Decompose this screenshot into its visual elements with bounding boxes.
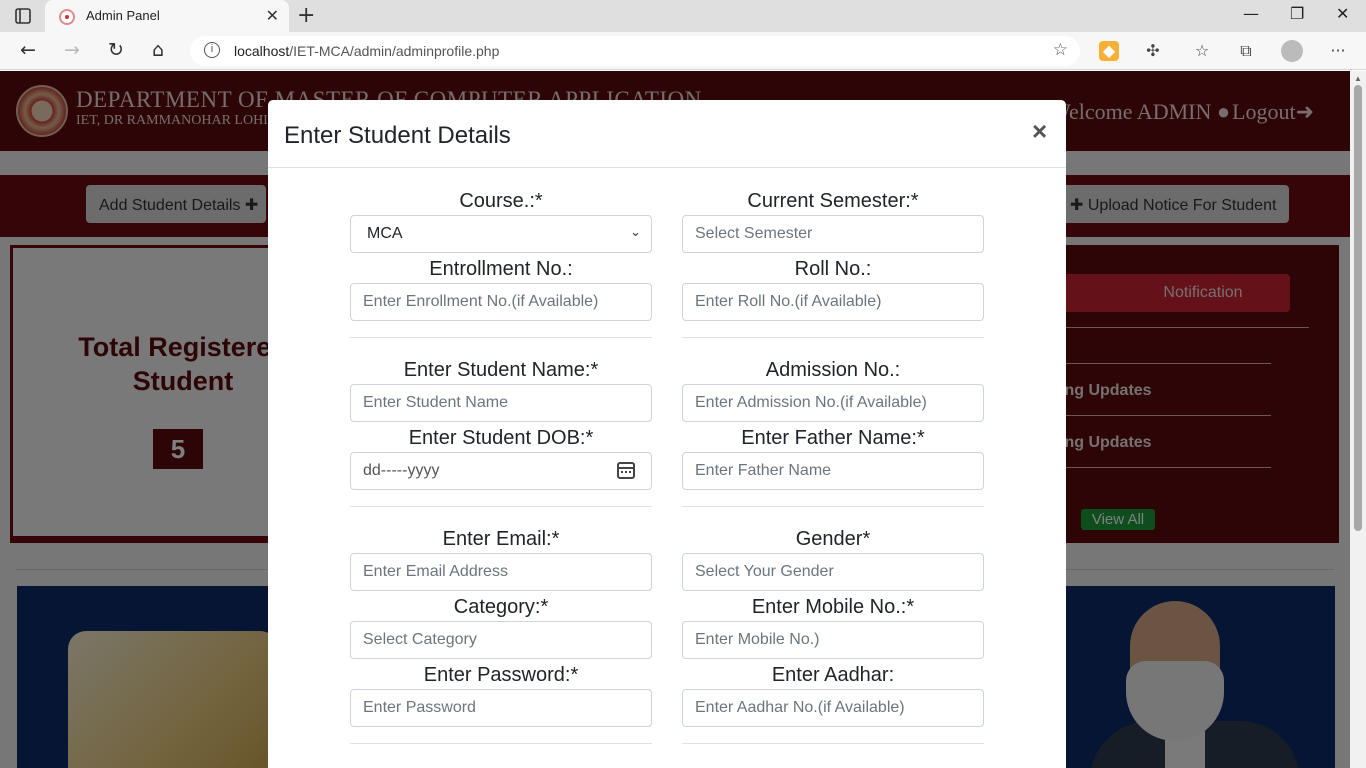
browser-tab-bar: Admin Panel ✕ + — ❐ ✕: [0, 0, 1366, 32]
extensions-puzzle-icon[interactable]: ✣: [1143, 41, 1163, 61]
scrollbar-thumb[interactable]: [1354, 85, 1362, 531]
roll-input[interactable]: Enter Roll No.(if Available): [682, 283, 984, 321]
admission-label: Admission No.:: [765, 359, 901, 381]
gender-label: Gender*: [795, 528, 871, 550]
browser-toolbar: ← → ↻ ⌂ i localhost/IET-MCA/admin/adminp…: [0, 32, 1366, 70]
student-name-label: Enter Student Name:*: [403, 359, 599, 381]
collections-icon[interactable]: ⧉: [1236, 41, 1256, 61]
mobile-input[interactable]: Enter Mobile No.): [682, 621, 984, 659]
divider: [350, 506, 652, 507]
divider: [682, 743, 984, 744]
semester-input[interactable]: Select Semester: [682, 215, 984, 253]
tab-actions-icon[interactable]: [14, 7, 32, 25]
reload-icon[interactable]: ↻: [108, 39, 124, 61]
site-info-icon[interactable]: i: [204, 42, 220, 58]
profile-avatar[interactable]: [1281, 40, 1303, 62]
scroll-up-icon[interactable]: ▲: [1354, 74, 1362, 83]
gender-input[interactable]: Select Your Gender: [682, 553, 984, 591]
modal-title: Enter Student Details: [284, 122, 511, 149]
divider: [350, 743, 652, 744]
semester-label: Current Semester:*: [747, 190, 919, 212]
browser-tab[interactable]: Admin Panel ✕: [45, 0, 289, 32]
dob-input[interactable]: dd-----yyyy: [350, 452, 652, 490]
favorites-icon[interactable]: ☆: [1192, 41, 1212, 61]
category-label: Category:*: [453, 596, 549, 618]
calendar-icon[interactable]: [617, 462, 635, 479]
enrollment-input[interactable]: Enter Enrollment No.(if Available): [350, 283, 652, 321]
page-scrollbar[interactable]: ▲: [1350, 71, 1366, 768]
window-close-icon[interactable]: ✕: [1336, 4, 1349, 23]
divider: [350, 337, 652, 338]
more-menu-icon[interactable]: ···: [1328, 41, 1348, 61]
aadhar-input[interactable]: Enter Aadhar No.(if Available): [682, 689, 984, 727]
forward-icon[interactable]: →: [64, 39, 80, 61]
divider: [682, 337, 984, 338]
student-name-input[interactable]: Enter Student Name: [350, 384, 652, 422]
email-label: Enter Email:*: [442, 528, 560, 550]
mobile-label: Enter Mobile No.:*: [751, 596, 915, 618]
extension-icon[interactable]: ◆: [1099, 41, 1119, 61]
new-tab-icon[interactable]: +: [297, 3, 315, 28]
enrollment-label: Entrollment No.:: [429, 258, 573, 280]
email-input[interactable]: Enter Email Address: [350, 553, 652, 591]
modal-close-button[interactable]: ×: [1032, 118, 1047, 144]
minimize-icon[interactable]: —: [1243, 4, 1259, 23]
dob-label: Enter Student DOB:*: [408, 427, 594, 449]
divider: [682, 506, 984, 507]
course-label: Course.:*: [459, 190, 543, 212]
password-label: Enter Password:*: [423, 664, 579, 686]
favorite-add-icon[interactable]: ☆: [1053, 40, 1068, 60]
student-details-modal: Enter Student Details × Course.:* MCA ⌄ C…: [268, 100, 1066, 768]
restore-icon[interactable]: ❐: [1290, 4, 1304, 23]
url-text: localhost/IET-MCA/admin/adminprofile.php: [234, 43, 500, 59]
roll-label: Roll No.:: [794, 258, 872, 280]
aadhar-label: Enter Aadhar:: [771, 664, 895, 686]
course-select[interactable]: MCA ⌄: [350, 215, 652, 253]
admission-input[interactable]: Enter Admission No.(if Available): [682, 384, 984, 422]
chevron-down-icon: ⌄: [630, 224, 641, 239]
modal-header: Enter Student Details ×: [268, 100, 1066, 168]
category-input[interactable]: Select Category: [350, 621, 652, 659]
father-name-input[interactable]: Enter Father Name: [682, 452, 984, 490]
back-icon[interactable]: ←: [20, 39, 36, 61]
father-name-label: Enter Father Name:*: [741, 427, 925, 449]
tab-close-icon[interactable]: ✕: [266, 6, 279, 26]
site-favicon-icon: [59, 9, 75, 25]
tab-title: Admin Panel: [86, 8, 160, 23]
home-icon[interactable]: ⌂: [152, 39, 164, 61]
address-bar[interactable]: i localhost/IET-MCA/admin/adminprofile.p…: [190, 36, 1080, 66]
password-input[interactable]: Enter Password: [350, 689, 652, 727]
